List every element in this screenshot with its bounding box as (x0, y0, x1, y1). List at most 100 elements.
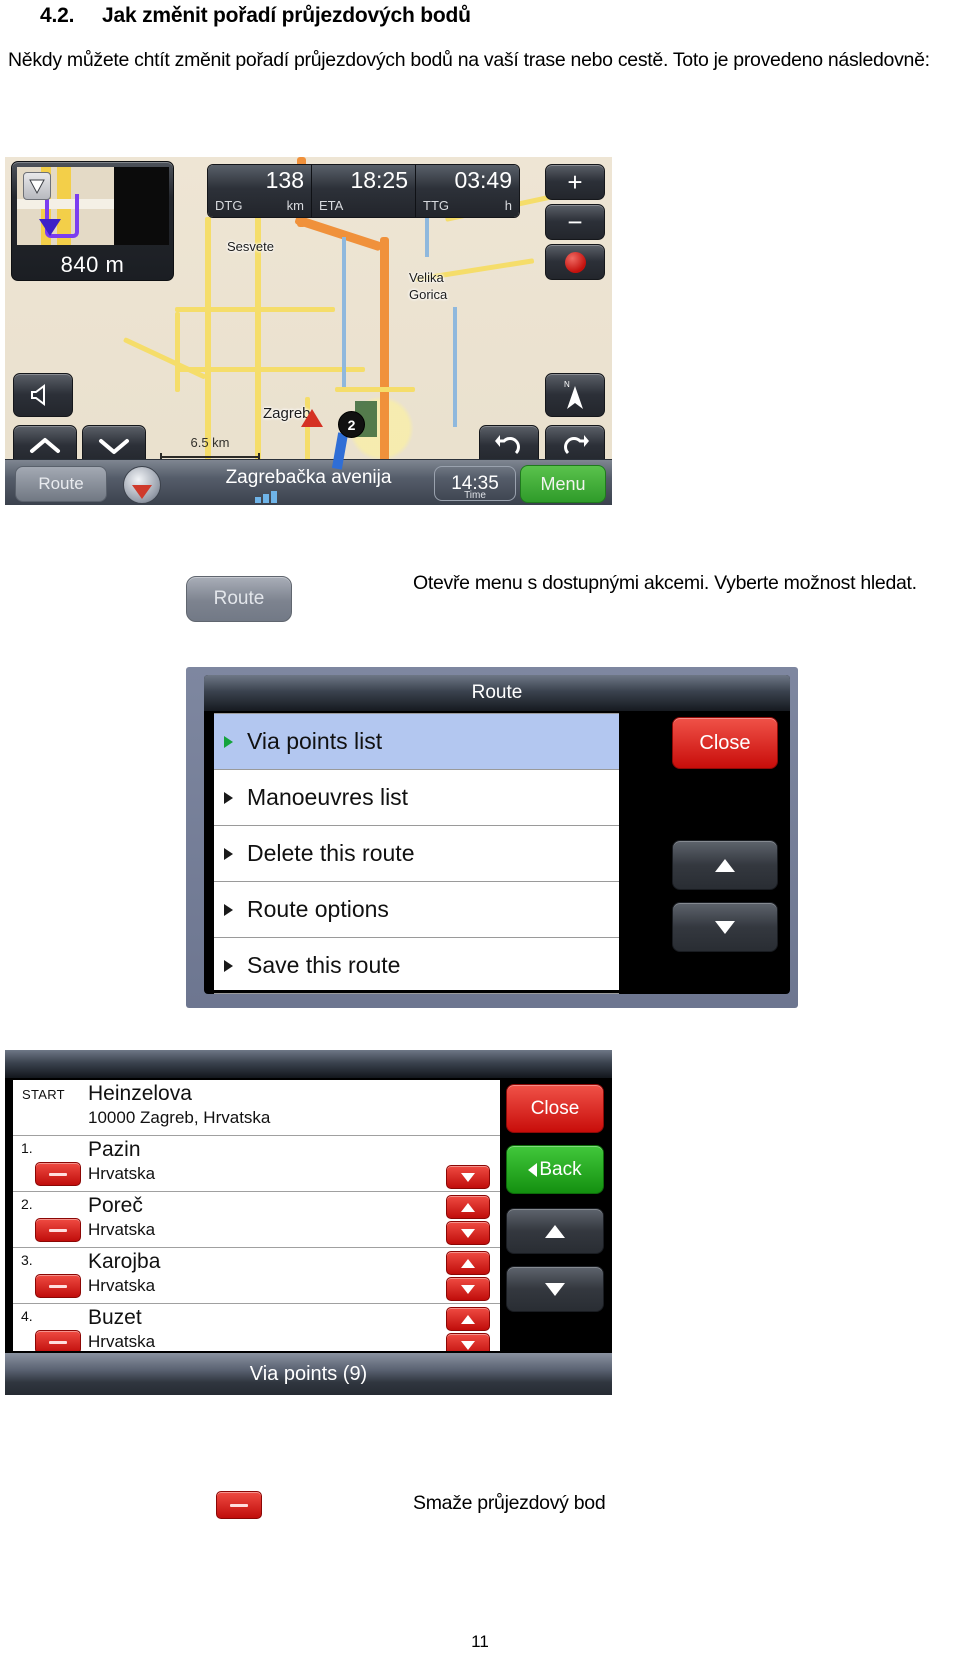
row-name: Poreč (88, 1194, 143, 1217)
map-road (175, 312, 180, 392)
heading-text: Jak změnit pořadí průjezdových bodů (102, 4, 471, 27)
route-menu-side-buttons: Close (672, 717, 782, 952)
row-index: START (22, 1087, 65, 1102)
menu-item-save-this-route[interactable]: Save this route (214, 938, 619, 994)
move-down-button[interactable] (446, 1221, 490, 1245)
map-label-sesvete: Sesvete (227, 239, 274, 254)
scroll-down-button[interactable] (672, 902, 778, 952)
scroll-up-button[interactable] (506, 1208, 604, 1254)
zoom-out-button[interactable]: − (545, 204, 605, 240)
triangle-down-icon (461, 1172, 475, 1182)
row-index: 4. (21, 1308, 33, 1324)
eta-value: 18:25 (350, 167, 408, 193)
via-points-top-bar (5, 1050, 612, 1078)
list-item[interactable]: 1. Pazin Hrvatska (13, 1136, 500, 1192)
move-up-button[interactable] (446, 1251, 490, 1275)
delete-via-point-button-illustration[interactable] (216, 1491, 262, 1519)
map-scale-label: 6.5 km (190, 435, 230, 450)
map-road (255, 197, 261, 467)
delete-via-point-button[interactable] (35, 1162, 81, 1186)
list-item[interactable]: 3. Karojba Hrvatska (13, 1248, 500, 1304)
via-points-footer: Via points (9) (5, 1353, 612, 1395)
route-button-caption: Otevře menu s dostupnými akcemi. Vyberte… (413, 572, 917, 594)
svg-text:N: N (564, 380, 570, 389)
triangle-left-icon (528, 1162, 538, 1177)
back-label: Back (539, 1158, 582, 1180)
clock-button[interactable]: 14:35 Time (434, 466, 516, 501)
route-menu-screenshot: Route Via points list Manoeuvres list De… (186, 667, 798, 1008)
distance-to-turn: 840 m (60, 252, 125, 277)
undo-arrow-icon (495, 435, 520, 455)
menu-item-manoeuvres-list[interactable]: Manoeuvres list (214, 770, 619, 826)
map-road (175, 307, 335, 312)
delete-button-caption: Smaže průjezdový bod (413, 1492, 606, 1514)
via-point-marker: 2 (338, 411, 365, 438)
info-cell-ttg[interactable]: 03:49 TTG h (416, 165, 519, 217)
triangle-down-icon (715, 920, 735, 934)
record-dot-icon (564, 251, 586, 273)
minus-icon: − (567, 206, 583, 237)
delete-via-point-button[interactable] (35, 1330, 81, 1351)
signal-strength-icon (255, 491, 277, 503)
row-name: Buzet (88, 1306, 142, 1329)
close-button[interactable]: Close (506, 1084, 604, 1133)
via-points-screenshot: START Heinzelova 10000 Zagreb, Hrvatska … (5, 1050, 612, 1395)
info-cell-eta[interactable]: 18:25 ETA (312, 165, 416, 217)
menu-item-label: Via points list (247, 728, 383, 754)
north-orientation-button[interactable]: N (545, 373, 605, 417)
zoom-in-button[interactable]: + (545, 164, 605, 200)
chevron-down-icon (99, 439, 129, 454)
map-road (122, 337, 207, 380)
triangle-down-icon (545, 1282, 565, 1296)
back-button[interactable]: Back (506, 1145, 604, 1194)
menu-item-label: Save this route (247, 952, 401, 978)
triangle-up-icon (715, 858, 735, 872)
record-button[interactable] (545, 244, 605, 280)
map-river (342, 237, 346, 387)
map-highway (294, 215, 383, 252)
row-subtitle: Hrvatska (88, 1276, 156, 1295)
triangle-up-icon (545, 1224, 565, 1238)
move-up-button[interactable] (446, 1307, 490, 1331)
row-name: Karojba (88, 1250, 161, 1273)
volume-button[interactable] (13, 373, 73, 417)
list-item[interactable]: START Heinzelova 10000 Zagreb, Hrvatska (13, 1080, 500, 1136)
navigation-bottom-bar: Route Zagrebačka avenija 14:35 Time Menu (5, 459, 612, 505)
move-up-button[interactable] (446, 1195, 490, 1219)
menu-item-via-points-list[interactable]: Via points list (214, 713, 619, 770)
menu-item-label: Route options (247, 896, 389, 922)
move-down-button[interactable] (446, 1333, 490, 1351)
move-down-button[interactable] (446, 1277, 490, 1301)
menu-item-route-options[interactable]: Route options (214, 882, 619, 938)
menu-button[interactable]: Menu (520, 465, 606, 503)
scroll-down-button[interactable] (506, 1266, 604, 1312)
chevron-right-icon (224, 959, 233, 972)
dtg-unit: km (286, 198, 304, 213)
delete-via-point-button[interactable] (35, 1218, 81, 1242)
triangle-up-icon (461, 1314, 475, 1324)
map-label-velika: Velika (409, 270, 444, 285)
list-item[interactable]: 2. Poreč Hrvatska (13, 1192, 500, 1248)
row-subtitle: Hrvatska (88, 1332, 156, 1351)
menu-item-label: Manoeuvres list (247, 784, 409, 810)
triangle-up-icon (461, 1258, 475, 1268)
row-index: 1. (21, 1140, 33, 1156)
scroll-up-button[interactable] (672, 840, 778, 890)
row-name: Heinzelova (88, 1082, 192, 1105)
heading-number: 4.2. (40, 4, 75, 27)
move-down-button[interactable] (446, 1165, 490, 1189)
route-button-illustration[interactable]: Route (186, 576, 292, 622)
info-cell-dtg[interactable]: 138 DTG km (208, 165, 312, 217)
list-item[interactable]: 4. Buzet Hrvatska (13, 1304, 500, 1351)
redo-arrow-icon (564, 435, 589, 455)
arrow-glyph (29, 179, 45, 195)
ttg-unit: h (504, 198, 512, 213)
menu-item-delete-this-route[interactable]: Delete this route (214, 826, 619, 882)
eta-label: ETA (319, 198, 344, 213)
close-button[interactable]: Close (672, 717, 778, 769)
chevron-right-icon (224, 847, 233, 860)
map-road (175, 367, 365, 372)
turn-guidance-panel: 840 m (11, 161, 174, 281)
delete-via-point-button[interactable] (35, 1274, 81, 1298)
row-subtitle: Hrvatska (88, 1164, 156, 1183)
